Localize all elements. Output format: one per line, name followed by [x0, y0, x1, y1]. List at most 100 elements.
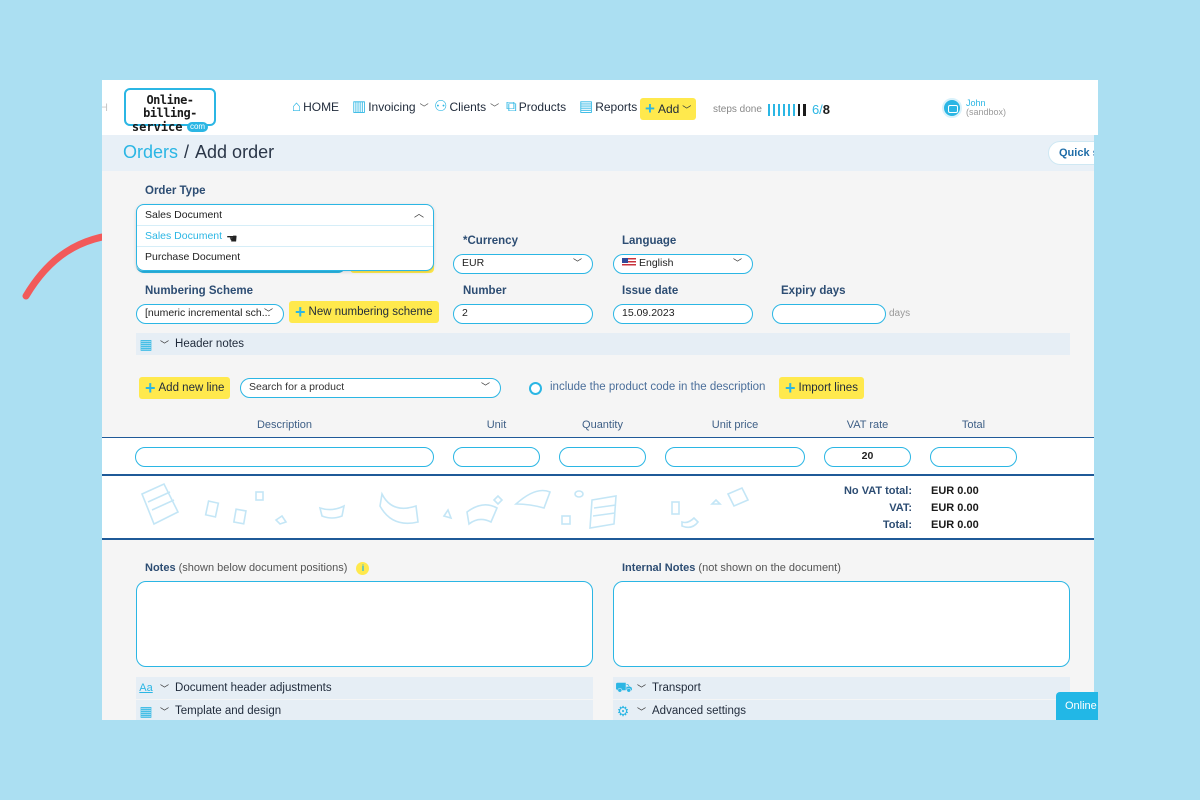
currency-label: *Currency [463, 235, 518, 247]
order-type-value: Sales Document [145, 209, 223, 221]
transport-toggle[interactable]: ⛟ ﹀ Transport [613, 677, 1070, 699]
nav-products-label: Products [518, 100, 567, 114]
notes-label-title: Notes [145, 562, 176, 574]
chevron-down-icon: ﹀ [419, 102, 429, 113]
unit-input[interactable] [453, 447, 540, 467]
import-lines-label: Import lines [798, 382, 858, 394]
logo-line2: service [131, 120, 183, 134]
totals-area: No VAT total: EUR 0.00 VAT: EUR 0.00 Tot… [102, 476, 1098, 540]
notes-label: Notes (shown below document positions) i [145, 562, 370, 575]
chevron-down-icon: ﹀ [572, 258, 582, 268]
page-title: Add order [195, 142, 275, 162]
new-numbering-scheme-button[interactable]: + New numbering scheme [289, 301, 439, 323]
currency-select[interactable]: EUR ﹀ [453, 254, 593, 274]
internal-notes-hint: (not shown on the document) [698, 562, 841, 574]
col-total: Total [961, 419, 986, 431]
col-quantity: Quantity [582, 419, 623, 431]
new-numbering-scheme-label: New numbering scheme [308, 306, 433, 318]
step-bar-done [767, 103, 770, 116]
no-vat-total-value: EUR 0.00 [931, 485, 979, 497]
add-new-line-button[interactable]: + Add new line [139, 377, 231, 399]
quick-search-button[interactable]: Quick se [1048, 141, 1098, 165]
currency-value: EUR [462, 257, 485, 269]
language-value: English [639, 257, 674, 269]
numbering-scheme-label: Numbering Scheme [145, 285, 253, 297]
header-notes-toggle[interactable]: ▦ ﹀ Header notes [136, 333, 1070, 355]
steps-label: steps done [713, 104, 762, 115]
option-sales-document[interactable]: Sales Document [137, 226, 433, 247]
font-icon: Aa [139, 682, 153, 694]
notes-label-hint: (shown below document positions) [178, 562, 348, 574]
include-code-radio[interactable] [529, 382, 542, 395]
nav-home[interactable]: ⌂ HOME [292, 98, 339, 115]
home-icon: ⌂ [292, 98, 302, 115]
header-notes-label: Header notes [175, 338, 245, 350]
total-input[interactable] [930, 447, 1017, 467]
vat-rate-input[interactable]: 20 [824, 447, 911, 467]
notes-textarea[interactable] [136, 581, 593, 667]
lines-table-header: Description Unit Quantity Unit price VAT… [102, 413, 1098, 438]
currency-label-text: Currency [467, 235, 518, 247]
user-menu[interactable]: John (sandbox) [942, 98, 1006, 118]
us-flag-icon [622, 258, 636, 267]
quantity-input[interactable] [559, 447, 646, 467]
plus-icon: + [645, 99, 655, 118]
logo[interactable]: Online-billing- service com [124, 88, 216, 134]
import-lines-button[interactable]: + Import lines [779, 377, 864, 399]
option-purchase-document[interactable]: Purchase Document [137, 247, 433, 268]
chevron-down-icon: ﹀ [160, 683, 170, 694]
breadcrumb-separator: / [184, 142, 190, 162]
user-info: John (sandbox) [966, 99, 1006, 117]
product-search-select[interactable]: Search for a product ﹀ [240, 378, 501, 398]
internal-notes-label: Internal Notes (not shown on the documen… [622, 562, 841, 574]
order-type-current[interactable]: Sales Document ︿ [137, 205, 433, 226]
breadcrumb-orders[interactable]: Orders [123, 142, 178, 162]
notes-icon: ▦ [139, 335, 153, 352]
nav-clients[interactable]: ⚇ Clients ﹀ [434, 99, 499, 114]
order-type-dropdown[interactable]: Sales Document ︿ Sales Document Purchase… [136, 204, 434, 271]
decorative-documents-illustration [140, 482, 750, 529]
breadcrumb: Orders / Add order [123, 142, 274, 163]
nav-clients-label: Clients [449, 100, 487, 114]
chevron-down-icon: ﹀ [637, 683, 647, 694]
issue-date-label: Issue date [622, 285, 679, 297]
internal-notes-textarea[interactable] [613, 581, 1070, 667]
nav-reports[interactable]: ▤ Reports [579, 98, 637, 115]
description-input[interactable] [135, 447, 434, 467]
language-label: Language [622, 235, 677, 247]
logo-line1: Online-billing- [143, 93, 197, 120]
wrench-icon: ⚙ [616, 702, 630, 719]
plus-icon: + [145, 378, 156, 398]
document-header-adjustments-toggle[interactable]: Aa ﹀ Document header adjustments [136, 677, 593, 699]
nav-invoicing[interactable]: ▥ Invoicing ﹀ [352, 99, 429, 114]
reports-icon: ▤ [579, 98, 594, 115]
no-vat-total-label: No VAT total: [843, 485, 912, 497]
include-code-label: include the product code in the descript… [550, 381, 766, 393]
step-bar-done [782, 103, 785, 116]
top-navigation: H Online-billing- service com ⌂ HOME ▥ I… [102, 80, 1098, 135]
steps-progress[interactable]: steps done 6/8 [713, 102, 830, 117]
info-icon[interactable]: i [356, 562, 370, 575]
advanced-settings-toggle[interactable]: ⚙ ﹀ Advanced settings [613, 700, 1070, 720]
plus-icon: + [295, 302, 306, 322]
add-menu-button[interactable]: + Add ﹀ [640, 98, 697, 120]
numbering-scheme-select[interactable]: [numeric incremental sch... ﹀ [136, 304, 284, 324]
truck-icon: ⛟ [615, 678, 633, 695]
nav-products[interactable]: ⧉ Products [506, 99, 567, 114]
chevron-down-icon: ﹀ [732, 258, 742, 268]
number-label: Number [463, 285, 507, 297]
breadcrumb-bar: Orders /Add order Quick se [102, 135, 1098, 171]
number-input[interactable]: 2 [453, 304, 593, 324]
expiry-days-input[interactable] [772, 304, 886, 324]
transport-label: Transport [652, 682, 701, 694]
steps-bars [767, 103, 806, 116]
template-and-design-toggle[interactable]: ▦ ﹀ Template and design [136, 700, 593, 720]
language-select[interactable]: English ﹀ [613, 254, 753, 274]
expiry-days-suffix: days [889, 308, 911, 319]
steps-total: 8 [822, 102, 831, 117]
issue-date-input[interactable]: 15.09.2023 [613, 304, 753, 324]
step-bar-done [792, 103, 795, 116]
online-chat-button[interactable]: Online [1056, 692, 1098, 720]
numbering-scheme-value: [numeric incremental sch... [145, 307, 271, 319]
unit-price-input[interactable] [665, 447, 805, 467]
